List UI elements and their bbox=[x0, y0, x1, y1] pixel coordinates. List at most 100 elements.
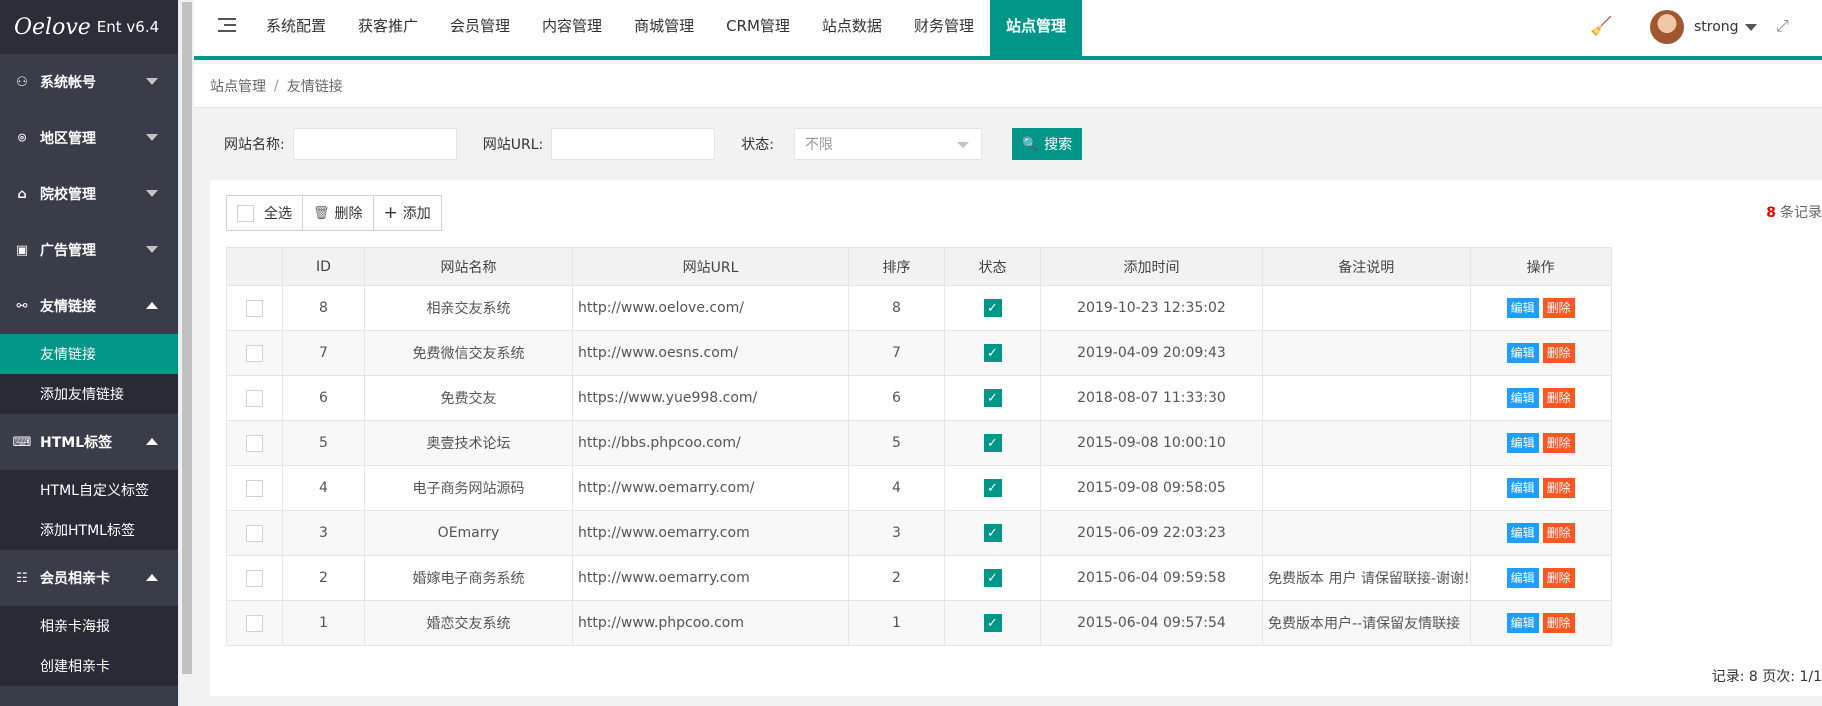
location-icon: ⌾ bbox=[18, 130, 26, 146]
sidebar-group-label: 友情链接 bbox=[40, 299, 96, 315]
breadcrumb-separator: / bbox=[274, 77, 279, 94]
edit-button[interactable]: 编辑 bbox=[1506, 613, 1539, 633]
nav-tab[interactable]: 财务管理 bbox=[898, 0, 990, 56]
delete-button[interactable]: 删除 bbox=[1542, 568, 1575, 588]
sidebar-subitem[interactable]: 相亲卡海报 bbox=[0, 606, 178, 646]
edit-button[interactable]: 编辑 bbox=[1506, 298, 1539, 318]
logo-mark: Oelove bbox=[14, 14, 91, 40]
search-button[interactable]: 🔍 搜索 bbox=[1011, 128, 1083, 160]
edit-button[interactable]: 编辑 bbox=[1506, 478, 1539, 498]
cell-site-url: http://bbs.phpcoo.com/ bbox=[572, 420, 849, 466]
edit-button[interactable]: 编辑 bbox=[1506, 388, 1539, 408]
edit-button[interactable]: 编辑 bbox=[1506, 568, 1539, 588]
delete-button[interactable]: 删除 bbox=[1542, 298, 1575, 318]
status-label: 状态: bbox=[741, 137, 774, 153]
edit-button[interactable]: 编辑 bbox=[1506, 343, 1539, 363]
user-icon: ⚇ bbox=[16, 74, 28, 90]
site-name-input[interactable] bbox=[292, 128, 457, 160]
nav-tab[interactable]: 获客推广 bbox=[342, 0, 434, 56]
nav-tab[interactable]: 商城管理 bbox=[618, 0, 710, 56]
school-icon: ⌂ bbox=[17, 186, 27, 202]
status-check-icon[interactable]: ✓ bbox=[983, 344, 1002, 362]
delete-button[interactable]: 删除 bbox=[1542, 478, 1575, 498]
status-check-icon[interactable]: ✓ bbox=[983, 434, 1002, 452]
link-list-panel: 全选 🗑 删除 + 添加 8 条记录 ID 网站名称 网站URL 排序 状态 添加时间 备注说… bbox=[210, 180, 1822, 696]
nav-tab[interactable]: 站点管理 bbox=[989, 0, 1082, 56]
clear-cache-brush-icon[interactable]: 🧹 bbox=[1590, 16, 1612, 37]
status-select-value: 不限 bbox=[804, 137, 833, 153]
add-link-button[interactable]: + 添加 bbox=[374, 196, 441, 230]
sidebar-group-header[interactable]: ⌂ 院校管理 bbox=[0, 166, 178, 222]
row-select-cell bbox=[226, 465, 283, 511]
menu-toggle-icon[interactable] bbox=[218, 18, 236, 34]
table-row: 6 免费交友 https://www.yue998.com/6 ✓ 2018-08-07… bbox=[226, 375, 1612, 421]
sidebar-group: ⌾ 地区管理 bbox=[0, 110, 178, 166]
row-checkbox[interactable] bbox=[246, 524, 263, 542]
delete-button[interactable]: 删除 bbox=[1542, 433, 1575, 453]
cell-order: 3 bbox=[848, 510, 945, 556]
logo[interactable]: Oelove Ent v6.4 bbox=[0, 0, 178, 54]
avatar[interactable] bbox=[1650, 10, 1684, 44]
column-header: 网站URL bbox=[572, 247, 849, 286]
status-select[interactable]: 不限 bbox=[793, 128, 982, 160]
sidebar-submenu: 友情链接 添加友情链接 bbox=[0, 334, 178, 414]
nav-tab[interactable]: 系统配置 bbox=[250, 0, 342, 56]
sidebar-group-header[interactable]: ☷ 会员相亲卡 bbox=[0, 550, 178, 606]
sidebar-subitem[interactable]: 添加友情链接 bbox=[0, 374, 178, 414]
sidebar-subitem[interactable]: 友情链接 bbox=[0, 334, 178, 374]
row-checkbox[interactable] bbox=[246, 344, 263, 362]
sidebar-group-header[interactable]: ⚇ 系统帐号 bbox=[0, 54, 178, 110]
sidebar-group-label: HTML标签 bbox=[40, 435, 113, 451]
nav-tab[interactable]: CRM管理 bbox=[710, 0, 806, 56]
nav-tab[interactable]: 站点数据 bbox=[806, 0, 898, 56]
select-all-button[interactable]: 全选 bbox=[227, 196, 303, 230]
row-checkbox[interactable] bbox=[246, 389, 263, 407]
sidebar-group: ⌂ 院校管理 bbox=[0, 166, 178, 222]
sidebar-group-header[interactable]: ⌾ 地区管理 bbox=[0, 110, 178, 166]
sidebar-group: ▣ 广告管理 bbox=[0, 222, 178, 278]
user-menu[interactable]: strong bbox=[1650, 10, 1757, 44]
row-select-cell bbox=[226, 555, 283, 601]
row-checkbox[interactable] bbox=[246, 569, 263, 587]
batch-delete-button[interactable]: 🗑 删除 bbox=[303, 196, 374, 230]
breadcrumb-parent[interactable]: 站点管理 bbox=[210, 76, 266, 96]
delete-button[interactable]: 删除 bbox=[1542, 343, 1575, 363]
sidebar-group-header[interactable]: ▣ 广告管理 bbox=[0, 222, 178, 278]
delete-button[interactable]: 删除 bbox=[1542, 388, 1575, 408]
cell-id: 4 bbox=[282, 465, 365, 511]
site-url-input[interactable] bbox=[551, 128, 716, 160]
row-checkbox[interactable] bbox=[246, 434, 263, 452]
chevron-down-icon[interactable] bbox=[1744, 23, 1757, 31]
sidebar-scrollbar-thumb[interactable] bbox=[182, 2, 192, 674]
status-check-icon[interactable]: ✓ bbox=[983, 479, 1002, 497]
status-check-icon[interactable]: ✓ bbox=[983, 569, 1002, 587]
edit-button[interactable]: 编辑 bbox=[1506, 523, 1539, 543]
delete-button[interactable]: 删除 bbox=[1542, 613, 1575, 633]
sidebar-group-label: 地区管理 bbox=[40, 131, 96, 147]
chevron-down-icon bbox=[146, 78, 158, 85]
sidebar-scrollbar[interactable] bbox=[178, 0, 194, 706]
fullscreen-icon[interactable]: ⤢ bbox=[1776, 16, 1794, 35]
status-check-icon[interactable]: ✓ bbox=[983, 299, 1002, 317]
delete-button[interactable]: 删除 bbox=[1542, 523, 1575, 543]
row-checkbox[interactable] bbox=[246, 479, 263, 497]
site-name-label: 网站名称: bbox=[224, 137, 285, 153]
status-check-icon[interactable]: ✓ bbox=[983, 614, 1002, 632]
select-all-checkbox[interactable] bbox=[237, 204, 254, 222]
nav-tab[interactable]: 会员管理 bbox=[434, 0, 526, 56]
username[interactable]: strong bbox=[1694, 19, 1739, 35]
record-count-suffix: 条记录 bbox=[1780, 205, 1822, 221]
row-checkbox[interactable] bbox=[246, 614, 263, 632]
sidebar-subitem[interactable]: 添加HTML标签 bbox=[0, 510, 178, 550]
nav-tab[interactable]: 内容管理 bbox=[526, 0, 618, 56]
status-check-icon[interactable]: ✓ bbox=[983, 389, 1002, 407]
edit-button[interactable]: 编辑 bbox=[1506, 433, 1539, 453]
sidebar-subitem[interactable]: HTML自定义标签 bbox=[0, 470, 178, 510]
sidebar-group-header[interactable]: ⌨ HTML标签 bbox=[0, 414, 178, 470]
status-check-icon[interactable]: ✓ bbox=[983, 524, 1002, 542]
sidebar-group-header[interactable]: ⚯ 友情链接 bbox=[0, 278, 178, 334]
chevron-up-icon bbox=[146, 302, 158, 309]
sidebar-subitem[interactable]: 创建相亲卡 bbox=[0, 646, 178, 686]
cell-order: 7 bbox=[848, 330, 945, 376]
row-checkbox[interactable] bbox=[246, 299, 263, 317]
